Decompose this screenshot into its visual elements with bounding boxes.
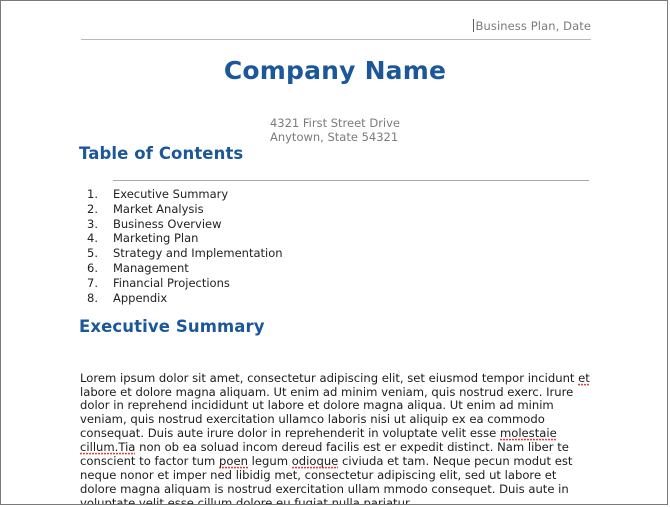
header-label: Business Plan, Date bbox=[475, 19, 591, 33]
page-title: Company Name bbox=[223, 56, 447, 85]
list-item-label: Management bbox=[113, 260, 189, 275]
address-inner: 4321 First Street Drive Anytown, State 5… bbox=[270, 116, 400, 144]
misspelled-word: cillum.Tia bbox=[80, 440, 136, 456]
list-item[interactable]: 4. Marketing Plan bbox=[87, 231, 283, 246]
list-item-number: 5. bbox=[87, 246, 98, 261]
list-item-label: Executive Summary bbox=[113, 187, 229, 201]
document-header: Business Plan, Date bbox=[81, 15, 591, 35]
table-of-contents-divider bbox=[113, 180, 589, 181]
list-item-number: 6. bbox=[87, 260, 98, 275]
list-item-number: 1. bbox=[87, 187, 98, 201]
list-item[interactable]: 8. Appendix bbox=[87, 291, 283, 306]
list-item-number: 3. bbox=[87, 216, 98, 231]
address-block: 4321 First Street Drive Anytown, State 5… bbox=[1, 116, 667, 145]
paragraph-text: Lorem ipsum dolor sit amet, consectetur … bbox=[80, 370, 579, 385]
list-item-label: Strategy and Implementation bbox=[113, 246, 283, 261]
list-item[interactable]: 7. Financial Projections bbox=[87, 276, 283, 291]
list-item-number: 8. bbox=[87, 290, 98, 305]
list-item-number: 4. bbox=[87, 231, 98, 246]
list-item[interactable]: 5. Strategy and Implementation bbox=[87, 246, 283, 261]
list-item-label: Business Overview bbox=[113, 216, 222, 231]
executive-summary-heading: Executive Summary bbox=[79, 317, 265, 336]
executive-summary-paragraph[interactable]: Lorem ipsum dolor sit amet, consectetur … bbox=[80, 370, 593, 504]
table-of-contents-list: 1. Executive Summary 2. Market Analysis 3. Bu… bbox=[87, 187, 283, 305]
document-page: Business Plan, Date Company Name 4321 Fi… bbox=[0, 0, 668, 505]
list-item-label: Market Analysis bbox=[113, 201, 204, 216]
paragraph-text: legum bbox=[247, 454, 292, 469]
list-item-number: 2. bbox=[87, 201, 98, 216]
text-caret bbox=[473, 19, 475, 32]
table-of-contents-heading: Table of Contents bbox=[79, 144, 244, 163]
list-item[interactable]: 6. Management bbox=[87, 261, 283, 276]
list-item-label: Marketing Plan bbox=[113, 231, 199, 246]
address-line-2: Anytown, State 54321 bbox=[269, 130, 399, 144]
misspelled-word: odioque bbox=[291, 454, 339, 470]
header-divider bbox=[81, 39, 591, 40]
header-text-container[interactable]: Business Plan, Date bbox=[473, 19, 591, 33]
misspelled-word: molestaie bbox=[499, 426, 557, 442]
misspelled-word: poen bbox=[219, 454, 248, 470]
list-item[interactable]: 1. Executive Summary bbox=[87, 187, 283, 202]
list-item[interactable]: 2. Market Analysis bbox=[87, 202, 283, 217]
list-item-number: 7. bbox=[87, 275, 98, 290]
address-line-1: 4321 First Street Drive bbox=[269, 116, 401, 130]
misspelled-word: et bbox=[578, 370, 590, 386]
list-item[interactable]: 3. Business Overview bbox=[87, 217, 283, 232]
list-item-label: Financial Projections bbox=[113, 275, 230, 290]
list-item-label: Appendix bbox=[113, 290, 168, 305]
